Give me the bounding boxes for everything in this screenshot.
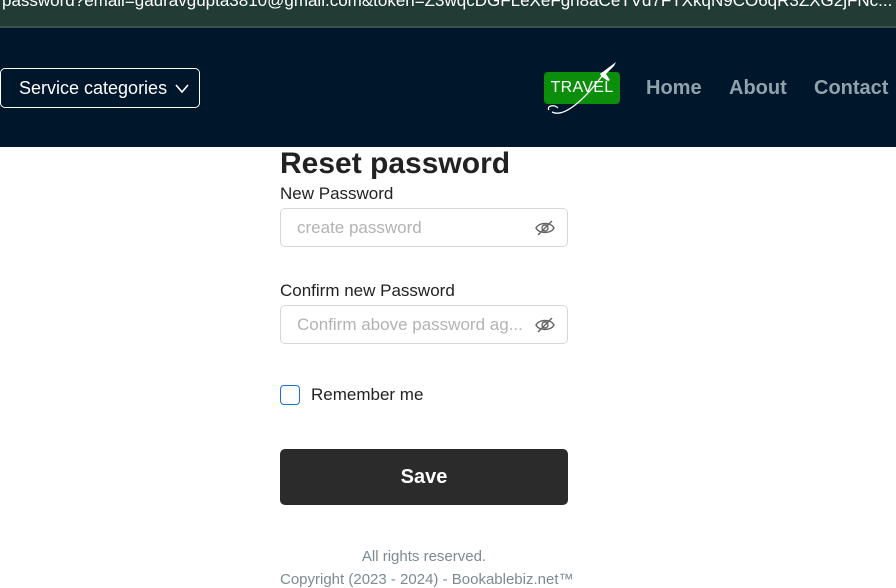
airplane-icon (547, 62, 616, 114)
remember-me-checkbox[interactable] (280, 385, 300, 405)
nav-link-contact[interactable]: Contact (814, 77, 888, 100)
save-button[interactable]: Save (280, 449, 568, 505)
new-password-label: New Password (280, 184, 394, 203)
nav-link-about[interactable]: About (729, 77, 787, 100)
eye-off-icon[interactable] (535, 316, 555, 334)
service-categories-button[interactable]: Service categories (0, 68, 200, 108)
browser-url-bar[interactable]: password?email=gauravgupta3810@gmail.com… (0, 0, 896, 28)
new-password-input[interactable] (295, 216, 527, 240)
confirm-password-field (280, 305, 568, 344)
remember-me-label[interactable]: Remember me (311, 385, 423, 405)
footer-rights: All rights reserved. (361, 548, 487, 565)
remember-me-row: Remember me (280, 385, 423, 405)
eye-off-icon[interactable] (535, 219, 555, 237)
footer-copyright: Copyright (2023 - 2024) - Bookablebiz.ne… (280, 571, 574, 588)
url-text: password?email=gauravgupta3810@gmail.com… (2, 0, 893, 10)
confirm-password-input[interactable] (295, 313, 527, 337)
travel-logo[interactable]: TRAVEL (544, 62, 622, 114)
confirm-password-label: Confirm new Password (280, 281, 455, 300)
service-categories-label: Service categories (19, 77, 168, 98)
page-title: Reset password (280, 147, 511, 180)
new-password-field (280, 208, 568, 247)
nav-link-home[interactable]: Home (646, 77, 702, 100)
chevron-down-icon (175, 84, 189, 94)
top-navbar: Service categories TRAVEL Home About Con… (0, 28, 896, 147)
